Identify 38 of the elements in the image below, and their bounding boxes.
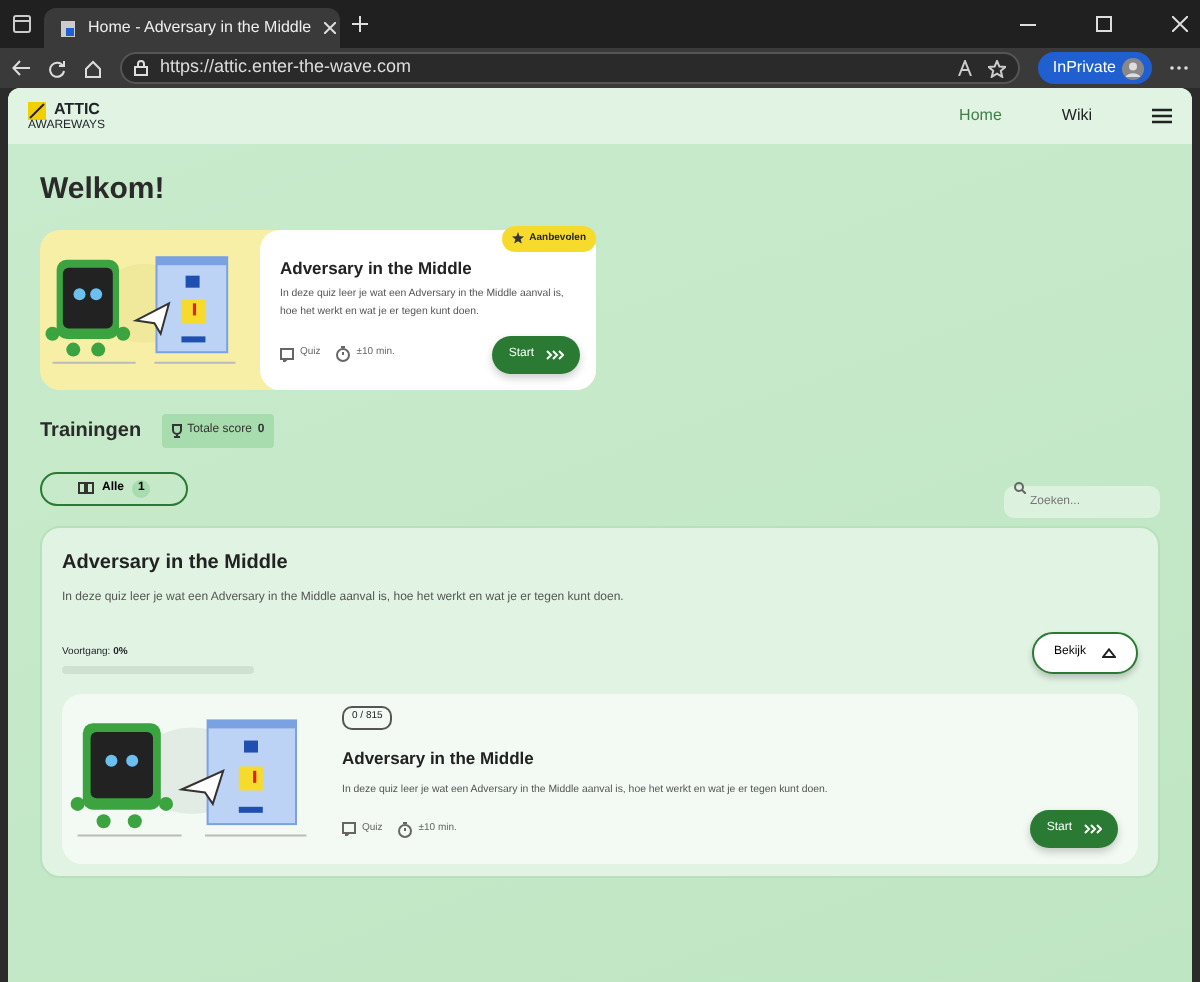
refresh-icon[interactable]: [48, 59, 66, 77]
close-icon[interactable]: [323, 22, 336, 34]
page-heading: Welkom!: [40, 170, 167, 210]
avatar-icon: [1122, 57, 1144, 79]
stopwatch-icon: [336, 346, 351, 362]
star-icon[interactable]: [988, 59, 1007, 77]
card-title: Adversary in the Middle: [280, 255, 474, 281]
close-icon[interactable]: [1172, 16, 1188, 32]
chat-icon: [280, 347, 294, 361]
logo-icon: [28, 101, 46, 119]
chevrons-icon: [1084, 824, 1102, 835]
home-icon[interactable]: [84, 59, 102, 77]
tab-title: Home - Adversary in the Middle: [88, 16, 312, 40]
caret-up-icon: [1102, 648, 1116, 659]
read-aloud-icon[interactable]: [958, 60, 977, 76]
inprivate-button[interactable]: InPrivate: [1038, 52, 1152, 84]
stopwatch-icon: [398, 821, 413, 838]
chevrons-icon: [546, 349, 564, 359]
module-title: Adversary in the Middle: [342, 745, 536, 771]
book-icon: [78, 482, 94, 494]
back-icon[interactable]: [12, 60, 30, 76]
search-icon: [1014, 482, 1026, 494]
star-icon: [511, 232, 524, 245]
tab-actions-icon[interactable]: [12, 14, 32, 34]
nav-link[interactable]: Wiki: [1061, 104, 1092, 128]
course-title: Adversary in the Middle: [62, 549, 290, 577]
trophy-icon: [171, 423, 182, 437]
lock-icon: [134, 60, 148, 76]
section-heading: Trainingen: [40, 417, 142, 445]
maximize-icon[interactable]: [1096, 16, 1112, 32]
page-icon: [60, 19, 76, 37]
menu-icon[interactable]: [1152, 108, 1172, 124]
minimize-icon[interactable]: [1020, 23, 1036, 25]
nav-link[interactable]: Home: [959, 104, 1002, 128]
address-bar[interactable]: https://attic.enter-the-wave.com: [120, 52, 1021, 84]
new-tab-icon[interactable]: [352, 16, 368, 32]
browser-tab[interactable]: Home - Adversary in the Middle: [44, 8, 340, 48]
chat-icon: [342, 822, 356, 837]
